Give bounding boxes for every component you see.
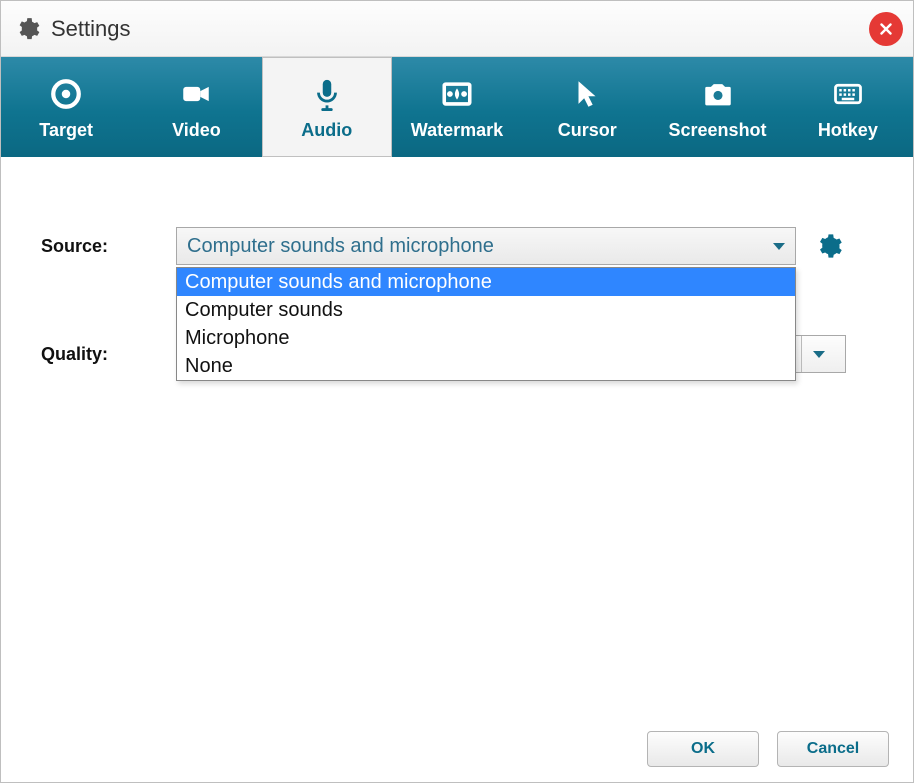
tab-label: Cursor	[558, 120, 617, 141]
watermark-icon	[440, 74, 474, 114]
dialog-footer: OK Cancel	[1, 716, 913, 782]
chevron-down-icon	[773, 243, 785, 250]
gear-icon	[13, 15, 41, 43]
source-option[interactable]: Computer sounds and microphone	[177, 268, 795, 296]
tab-label: Watermark	[411, 120, 503, 141]
tab-label: Audio	[301, 120, 352, 141]
keyboard-icon	[829, 74, 867, 114]
tab-cursor[interactable]: Cursor	[522, 57, 652, 157]
source-option[interactable]: None	[177, 352, 795, 380]
tab-audio[interactable]: Audio	[262, 57, 392, 157]
content-area: Source: Computer sounds and microphone Q…	[1, 157, 913, 716]
source-selected-value: Computer sounds and microphone	[187, 235, 494, 258]
cursor-icon	[570, 74, 604, 114]
source-row: Source: Computer sounds and microphone	[41, 227, 873, 265]
video-icon	[179, 74, 213, 114]
tab-label: Screenshot	[669, 120, 767, 141]
tab-video[interactable]: Video	[131, 57, 261, 157]
window-title: Settings	[51, 16, 131, 42]
source-label: Source:	[41, 236, 176, 257]
quality-label: Quality:	[41, 344, 176, 365]
tab-target[interactable]: Target	[1, 57, 131, 157]
tab-label: Target	[39, 120, 93, 141]
close-button[interactable]	[869, 12, 903, 46]
camera-icon	[701, 74, 735, 114]
tab-label: Hotkey	[818, 120, 878, 141]
cancel-button[interactable]: Cancel	[777, 731, 889, 767]
tab-screenshot[interactable]: Screenshot	[652, 57, 782, 157]
ok-button[interactable]: OK	[647, 731, 759, 767]
tab-label: Video	[172, 120, 221, 141]
title-bar: Settings	[1, 1, 913, 57]
tab-bar: Target Video Audio Watermark Cursor	[1, 57, 913, 157]
chevron-down-icon	[801, 336, 835, 372]
microphone-icon	[310, 74, 344, 114]
source-option[interactable]: Microphone	[177, 324, 795, 352]
source-dropdown[interactable]: Computer sounds and microphone	[176, 227, 796, 265]
source-option[interactable]: Computer sounds	[177, 296, 795, 324]
tab-watermark[interactable]: Watermark	[392, 57, 522, 157]
settings-window: Settings Target Video Audio	[0, 0, 914, 783]
source-dropdown-list: Computer sounds and microphone Computer …	[176, 267, 796, 381]
target-icon	[49, 74, 83, 114]
tab-hotkey[interactable]: Hotkey	[783, 57, 913, 157]
source-settings-button[interactable]	[814, 231, 844, 261]
